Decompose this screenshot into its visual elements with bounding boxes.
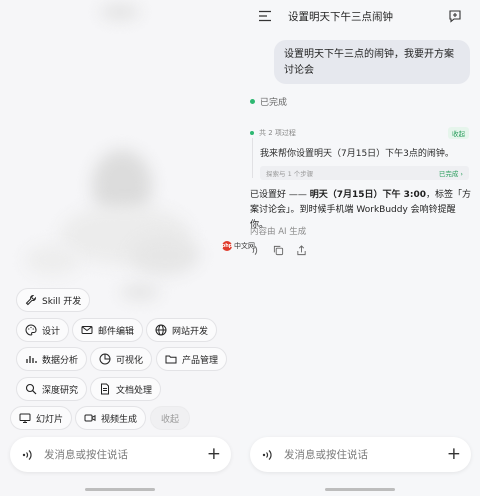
- wrench-icon: [25, 294, 37, 306]
- chip-visualization[interactable]: 可视化: [90, 347, 153, 371]
- monitor-icon: [19, 413, 31, 423]
- process-text: 我来帮你设置明天（7月15日）下午3点的闹钟。: [260, 149, 454, 159]
- message-input[interactable]: 发消息或按住说话: [44, 447, 207, 462]
- new-chat-icon[interactable]: [448, 9, 462, 23]
- ai-generated-note: 内容由 AI 生成: [250, 227, 307, 237]
- blurred-artwork: [100, 5, 140, 19]
- step-row[interactable]: 探索与 1 个步骤 已完成 ›: [260, 166, 469, 180]
- message-input[interactable]: 发消息或按住说话: [284, 447, 447, 462]
- step-status: 已完成 ›: [438, 170, 463, 178]
- chip-skill-dev[interactable]: Skill 开发: [16, 288, 91, 312]
- voice-icon[interactable]: [260, 447, 276, 463]
- answer-highlight: 明天（7月15日）下午 3:00: [309, 190, 427, 200]
- process-divider: [252, 138, 253, 178]
- bar-chart-icon: [26, 356, 37, 363]
- chip-email-edit[interactable]: 邮件编辑: [72, 318, 144, 342]
- chip-deep-research[interactable]: 深度研究: [16, 377, 88, 401]
- collapse-button[interactable]: 收起: [150, 406, 191, 430]
- chip-web-dev[interactable]: 网站开发: [146, 318, 218, 342]
- chip-design[interactable]: 设计: [16, 318, 70, 342]
- chip-label: 邮件编辑: [98, 326, 135, 337]
- document-icon: [101, 383, 109, 395]
- chat-screen: 设置明天下午三点闹钟 设置明天下午三点的闹钟，我要开方案讨论会 已完成 共 2 …: [240, 0, 480, 496]
- chip-label: 幻灯片: [36, 414, 64, 425]
- chat-title: 设置明天下午三点闹钟: [288, 11, 393, 23]
- status-done: 已完成: [250, 95, 287, 108]
- watermark-logo: php: [221, 241, 233, 251]
- chip-label: 收起: [161, 414, 180, 425]
- chip-label: 产品管理: [182, 355, 219, 366]
- menu-icon[interactable]: [258, 10, 272, 22]
- message-input-bar[interactable]: 发消息或按住说话 +: [10, 437, 231, 472]
- pie-chart-icon: [99, 353, 111, 365]
- palette-icon: [25, 324, 37, 336]
- chip-label: 网站开发: [172, 326, 209, 337]
- watermark: php 中文网: [222, 241, 255, 251]
- chip-label: 视频生成: [101, 414, 138, 425]
- blurred-artwork: [120, 285, 160, 299]
- process-dot-icon: [250, 131, 254, 135]
- voice-icon[interactable]: [20, 447, 36, 463]
- chip-data-analysis[interactable]: 数据分析: [16, 347, 88, 371]
- copy-icon[interactable]: [273, 245, 284, 256]
- home-screen: Skill 开发 设计 邮件编辑 网站开发 数据分析 可视化 产品管理 深度研究…: [0, 0, 240, 496]
- chip-doc-processing[interactable]: 文档处理: [90, 377, 162, 401]
- mail-icon: [81, 326, 93, 334]
- message-actions: [250, 245, 307, 256]
- chip-label: 设计: [42, 326, 61, 337]
- chip-label: 深度研究: [42, 385, 79, 396]
- globe-icon: [155, 324, 167, 336]
- answer-prefix: 已设置好 ——: [250, 190, 310, 200]
- chip-video-gen[interactable]: 视频生成: [75, 406, 147, 430]
- chip-label: Skill 开发: [42, 296, 82, 307]
- chip-product-mgmt[interactable]: 产品管理: [156, 347, 228, 371]
- blurred-artwork: [130, 235, 200, 275]
- home-indicator: [325, 488, 395, 491]
- chip-slides[interactable]: 幻灯片: [10, 406, 73, 430]
- plus-icon[interactable]: +: [447, 446, 461, 463]
- status-dot-icon: [250, 99, 255, 104]
- watermark-text: 中文网: [234, 242, 255, 250]
- step-label: 探索与 1 个步骤: [266, 170, 314, 178]
- share-icon[interactable]: [296, 245, 307, 256]
- plus-icon[interactable]: +: [207, 446, 221, 463]
- user-message-bubble: 设置明天下午三点的闹钟，我要开方案讨论会: [274, 40, 470, 84]
- video-icon: [84, 414, 96, 422]
- process-header[interactable]: 共 2 项过程: [250, 128, 296, 138]
- blurred-artwork: [25, 245, 80, 275]
- message-input-bar[interactable]: 发消息或按住说话 +: [250, 437, 471, 472]
- home-indicator: [85, 488, 155, 491]
- status-label: 已完成: [260, 98, 288, 108]
- chip-label: 数据分析: [42, 355, 79, 366]
- folder-icon: [165, 355, 177, 364]
- process-label: 共 2 项过程: [259, 129, 296, 137]
- collapse-process-button[interactable]: 收起: [448, 127, 469, 139]
- chip-label: 可视化: [116, 355, 144, 366]
- search-icon: [25, 383, 37, 395]
- chip-label: 文档处理: [116, 385, 153, 396]
